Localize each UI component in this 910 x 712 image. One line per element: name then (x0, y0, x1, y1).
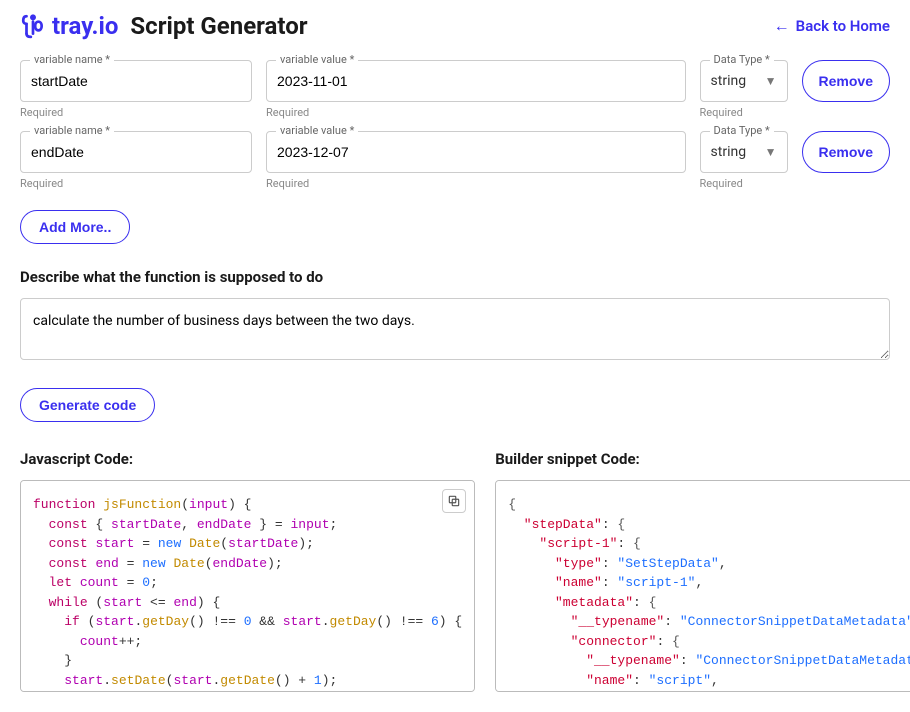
required-hint: Required (20, 177, 252, 190)
data-type-value: string (711, 144, 747, 160)
variable-row: variable name * Required variable value … (20, 60, 890, 119)
description-textarea[interactable] (20, 298, 890, 360)
builder-code-content: { "stepData": { "script-1": { "type": "S… (508, 495, 910, 692)
variable-name-input[interactable] (31, 144, 241, 160)
data-type-value: string (711, 73, 747, 89)
add-more-button[interactable]: Add More.. (20, 210, 130, 244)
builder-code-title: Builder snippet Code: (495, 450, 910, 468)
required-hint: Required (20, 106, 252, 119)
js-code-box: function jsFunction(input) { const { sta… (20, 480, 475, 692)
variable-name-label: variable name * (30, 124, 114, 137)
variable-value-input[interactable] (277, 73, 675, 89)
copy-js-button[interactable] (442, 489, 466, 513)
required-hint: Required (700, 106, 788, 119)
variable-value-label: variable value * (276, 53, 358, 66)
back-to-home-link[interactable]: ← Back to Home (774, 16, 890, 36)
page-title: Script Generator (130, 12, 307, 40)
copy-icon (447, 494, 461, 508)
logo-text: tray.io (52, 12, 118, 40)
chevron-down-icon: ▼ (765, 145, 777, 159)
generate-code-button[interactable]: Generate code (20, 388, 155, 422)
required-hint: Required (266, 106, 686, 119)
variable-name-label: variable name * (30, 53, 114, 66)
required-hint: Required (266, 177, 686, 190)
arrow-left-icon: ← (774, 16, 790, 36)
variable-value-input[interactable] (277, 144, 675, 160)
js-code-content: function jsFunction(input) { const { sta… (33, 495, 462, 692)
data-type-label: Data Type * (710, 124, 774, 137)
back-label: Back to Home (796, 17, 890, 35)
required-hint: Required (700, 177, 788, 190)
data-type-select[interactable]: string ▼ (700, 60, 788, 102)
builder-code-box: { "stepData": { "script-1": { "type": "S… (495, 480, 910, 692)
variable-name-input[interactable] (31, 73, 241, 89)
variable-row: variable name * Required variable value … (20, 131, 890, 190)
logo: tray.io (20, 12, 118, 40)
js-code-title: Javascript Code: (20, 450, 475, 468)
remove-button[interactable]: Remove (802, 131, 890, 173)
data-type-label: Data Type * (710, 53, 774, 66)
tray-logo-icon (20, 13, 46, 39)
variable-value-label: variable value * (276, 124, 358, 137)
describe-label: Describe what the function is supposed t… (20, 268, 890, 286)
chevron-down-icon: ▼ (765, 74, 777, 88)
remove-button[interactable]: Remove (802, 60, 890, 102)
data-type-select[interactable]: string ▼ (700, 131, 788, 173)
